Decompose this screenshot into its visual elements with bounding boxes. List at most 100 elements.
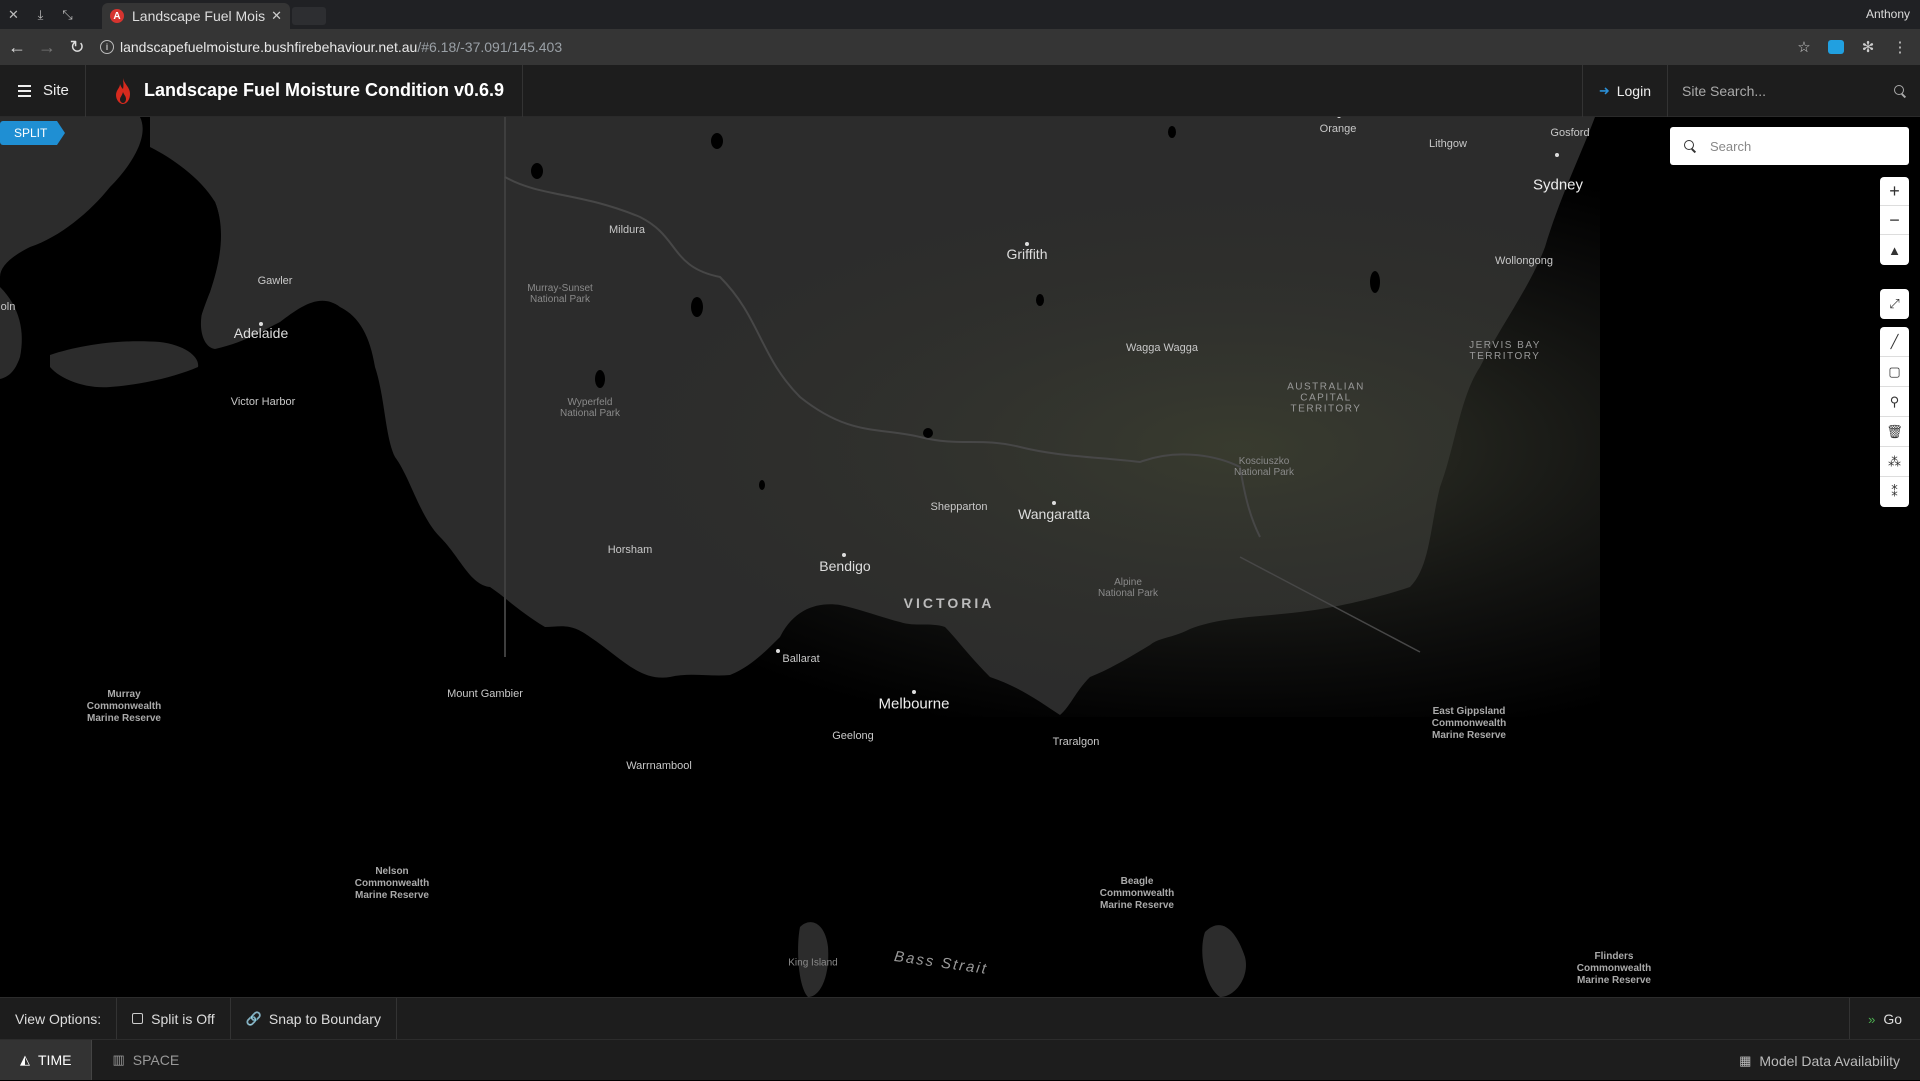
address-bar: ← → ↻ i landscapefuelmoisture.bushfirebe… xyxy=(0,29,1920,65)
fullscreen-control: ⤢ xyxy=(1880,289,1909,319)
extension-cloud-icon[interactable] xyxy=(1824,35,1848,59)
map-label: Kosciuszko National Park xyxy=(1233,456,1295,478)
map-label: East Gippsland Commonwealth Marine Reser… xyxy=(1431,706,1507,741)
map-label: JERVIS BAY TERRITORY xyxy=(1469,340,1541,362)
site-search-input[interactable]: Site Search... xyxy=(1668,65,1920,117)
login-button[interactable]: ➜ Login xyxy=(1581,65,1668,117)
marker-icon[interactable]: ⚲ xyxy=(1880,387,1909,417)
tab-time[interactable]: ◭ TIME xyxy=(0,1040,93,1080)
bookmark-star-icon[interactable]: ☆ xyxy=(1792,35,1816,59)
map-label: Sydney xyxy=(1532,176,1584,194)
draw-line-icon[interactable]: ╱ xyxy=(1880,327,1909,357)
city-dot xyxy=(776,649,780,653)
map-label: Gosford xyxy=(1550,127,1590,139)
city-dot xyxy=(1052,501,1056,505)
brand[interactable]: Landscape Fuel Moisture Condition v0.6.9 xyxy=(86,64,524,117)
city-dot xyxy=(1025,242,1029,246)
back-arrow-icon[interactable]: ← xyxy=(4,34,30,60)
split-badge[interactable]: SPLIT xyxy=(0,121,66,145)
view-options-bar: View Options: Split is Off 🔗 Snap to Bou… xyxy=(0,997,1920,1040)
login-label: Login xyxy=(1616,83,1651,99)
tab-close-icon[interactable]: ✕ xyxy=(271,8,282,24)
map-icon: ▥ xyxy=(112,1052,125,1067)
split-toggle[interactable]: Split is Off xyxy=(117,997,231,1040)
map-label: Mildura xyxy=(608,224,646,236)
tab-time-label: TIME xyxy=(38,1052,72,1068)
checkbox-icon[interactable] xyxy=(132,1013,144,1024)
map-label: Victor Harbor xyxy=(230,396,296,408)
city-dot xyxy=(912,690,916,694)
map-label: Bendigo xyxy=(819,558,871,574)
angular-favicon-icon: A xyxy=(110,9,124,23)
map-label: VICTORIA xyxy=(903,595,995,611)
map-label: Alpine National Park xyxy=(1097,577,1159,599)
map-label: Shepparton xyxy=(930,501,988,513)
basemap-land xyxy=(0,117,1600,997)
model-data-availability-button[interactable]: ▦ Model Data Availability xyxy=(1739,1040,1900,1081)
browser-menu-icon[interactable]: ⋮ xyxy=(1888,35,1912,59)
area-chart-icon: ◭ xyxy=(20,1052,30,1067)
map-label: Melbourne xyxy=(878,695,950,713)
go-label: Go xyxy=(1883,1011,1902,1027)
city-dot xyxy=(842,553,846,557)
reload-icon[interactable]: ↻ xyxy=(64,34,90,60)
map-label: oln xyxy=(0,301,16,313)
tab-space[interactable]: ▥ SPACE xyxy=(92,1040,199,1080)
map-label: Geelong xyxy=(832,730,874,742)
compass-icon[interactable]: ▲ xyxy=(1880,235,1909,265)
site-menu-button[interactable]: Site xyxy=(0,64,86,117)
navigation-control: + − ▲ xyxy=(1880,177,1909,265)
zoom-in-icon[interactable]: + xyxy=(1880,177,1909,206)
tab-space-label: SPACE xyxy=(132,1052,180,1068)
flame-logo-icon xyxy=(116,77,130,104)
map-label: Lithgow xyxy=(1429,138,1467,150)
map-label: Nelson Commonwealth Marine Reserve xyxy=(354,866,430,901)
map-label: Beagle Commonwealth Marine Reserve xyxy=(1099,876,1175,911)
map-label: Ballarat xyxy=(782,653,820,665)
app-title: Landscape Fuel Moisture Condition v0.6.9 xyxy=(144,80,505,100)
new-tab-button[interactable] xyxy=(292,7,326,25)
map-label: Wangaratta xyxy=(1018,506,1090,522)
split-label: Split is Off xyxy=(151,1010,215,1027)
trash-icon[interactable]: 🗑 xyxy=(1880,417,1909,447)
city-dot xyxy=(1555,153,1559,157)
app-header: Site Landscape Fuel Moisture Condition v… xyxy=(0,64,1920,117)
zoom-out-icon[interactable]: − xyxy=(1880,206,1909,235)
close-window-icon[interactable]: ✕ xyxy=(0,0,27,29)
download-icon[interactable]: ⤓ xyxy=(27,0,54,29)
snap-to-boundary-button[interactable]: 🔗 Snap to Boundary xyxy=(231,997,397,1040)
draw-polygon-icon[interactable]: ▢ xyxy=(1880,357,1909,387)
url-host: landscapefuelmoisture.bushfirebehaviour.… xyxy=(120,39,418,55)
link-icon: 🔗 xyxy=(245,1010,262,1026)
info-icon[interactable]: i xyxy=(100,40,114,54)
restore-window-icon[interactable]: ⤡ xyxy=(54,0,81,29)
forward-arrow-icon[interactable]: → xyxy=(34,34,60,60)
map-label: Murray Commonwealth Marine Reserve xyxy=(86,689,162,724)
map-search-input[interactable]: Search xyxy=(1670,127,1909,165)
fullscreen-icon[interactable]: ⤢ xyxy=(1880,289,1909,319)
extension-settings-icon[interactable]: ✻ xyxy=(1856,35,1880,59)
sign-in-icon: ➜ xyxy=(1598,83,1610,98)
map-label: Mount Gambier xyxy=(447,688,523,700)
profile-name[interactable]: Anthony xyxy=(1866,7,1910,21)
model-availability-label: Model Data Availability xyxy=(1759,1052,1900,1069)
search-icon[interactable] xyxy=(1894,85,1906,97)
hamburger-icon xyxy=(18,82,31,100)
combine-icon[interactable]: ⁂ xyxy=(1880,447,1909,477)
map-label: Wagga Wagga xyxy=(1126,342,1198,354)
search-icon xyxy=(1684,140,1696,152)
map-label: King Island xyxy=(788,957,838,969)
map-label: Wyperfeld National Park xyxy=(559,397,621,419)
site-search-placeholder: Site Search... xyxy=(1682,83,1767,99)
map-label: Adelaide xyxy=(233,325,289,341)
map-canvas[interactable]: SPLIT Orange Lithgow Gosford Sydney Woll… xyxy=(0,117,1920,997)
site-label: Site xyxy=(43,82,69,99)
map-label: Orange xyxy=(1319,123,1357,135)
snap-label: Snap to Boundary xyxy=(268,1010,381,1027)
url-field[interactable]: i landscapefuelmoisture.bushfirebehaviou… xyxy=(100,39,562,55)
go-button[interactable]: » Go xyxy=(1849,998,1920,1040)
city-dot xyxy=(259,322,263,326)
uncombine-icon[interactable]: ⁑ xyxy=(1880,477,1909,507)
browser-tab[interactable]: A Landscape Fuel Moist ✕ xyxy=(102,3,290,29)
calendar-icon: ▦ xyxy=(1739,1052,1752,1068)
